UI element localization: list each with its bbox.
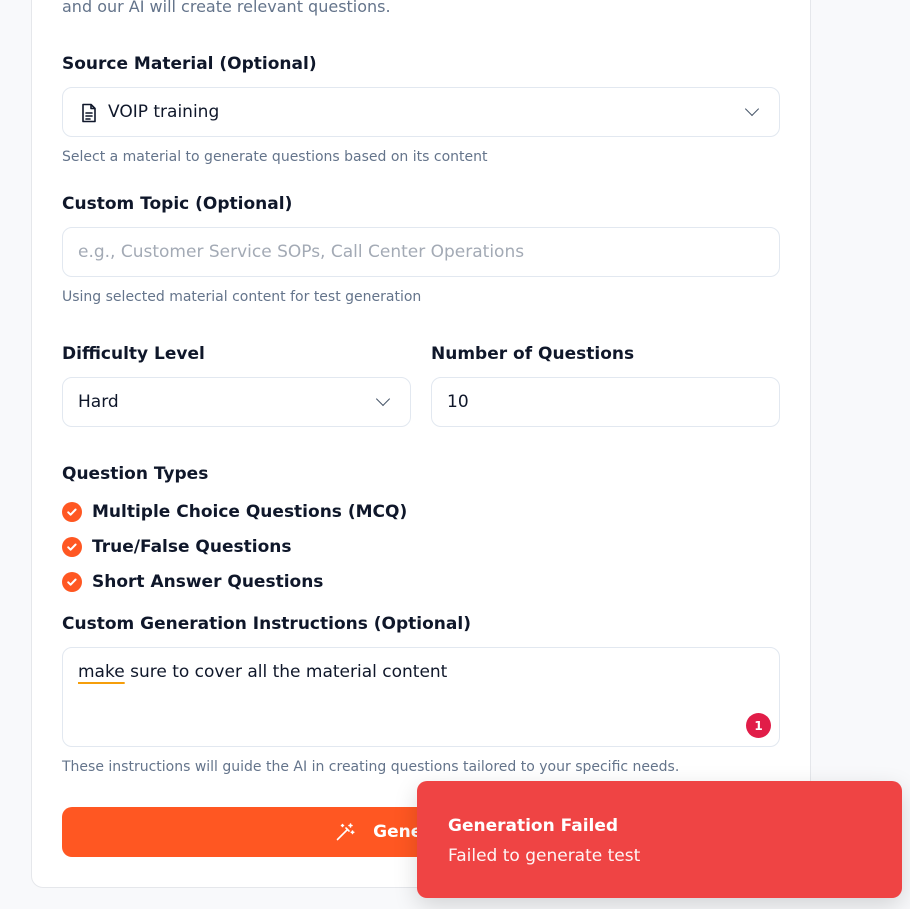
instructions-rest: sure to cover all the material content [124,662,448,682]
toast-message: Failed to generate test [448,846,641,866]
custom-topic-label: Custom Topic (Optional) [62,194,293,214]
source-material-select[interactable]: VOIP training [62,87,780,137]
custom-topic-input[interactable]: e.g., Customer Service SOPs, Call Center… [62,227,780,277]
toast-title: Generation Failed [448,816,619,836]
grammar-badge[interactable]: 1 [746,713,771,738]
checkmark-icon[interactable] [62,502,82,522]
instructions-value: make sure to cover all the material cont… [78,662,447,682]
checkmark-icon[interactable] [62,572,82,592]
difficulty-value: Hard [78,392,119,412]
question-type-true-false[interactable]: True/False Questions [62,537,292,557]
error-toast[interactable]: Generation Failed Failed to generate tes… [417,781,902,898]
difficulty-select[interactable]: Hard [62,377,411,427]
num-questions-value: 10 [447,392,469,412]
custom-topic-hint: Using selected material content for test… [62,289,422,305]
source-material-hint: Select a material to generate questions … [62,149,488,165]
document-icon [80,103,98,123]
chevron-down-icon [744,101,760,117]
question-type-label: Short Answer Questions [92,572,324,592]
intro-text: and our AI will create relevant question… [62,0,391,16]
num-questions-label: Number of Questions [431,344,635,364]
source-material-label: Source Material (Optional) [62,54,317,74]
question-types-label: Question Types [62,464,209,484]
instructions-hint: These instructions will guide the AI in … [62,759,680,775]
chevron-down-icon [375,391,391,407]
source-material-value: VOIP training [108,102,220,122]
custom-topic-placeholder: e.g., Customer Service SOPs, Call Center… [78,242,525,262]
magic-wand-icon [335,822,373,842]
instructions-label: Custom Generation Instructions (Optional… [62,614,471,634]
num-questions-input[interactable]: 10 [431,377,780,427]
checkmark-icon[interactable] [62,537,82,557]
difficulty-label: Difficulty Level [62,344,205,364]
question-type-short-answer[interactable]: Short Answer Questions [62,572,323,592]
question-type-label: True/False Questions [92,537,292,557]
question-type-mcq[interactable]: Multiple Choice Questions (MCQ) [62,502,407,522]
question-type-label: Multiple Choice Questions (MCQ) [92,502,408,522]
misspelled-word: make [78,662,125,682]
instructions-textarea[interactable]: make sure to cover all the material cont… [62,647,780,747]
